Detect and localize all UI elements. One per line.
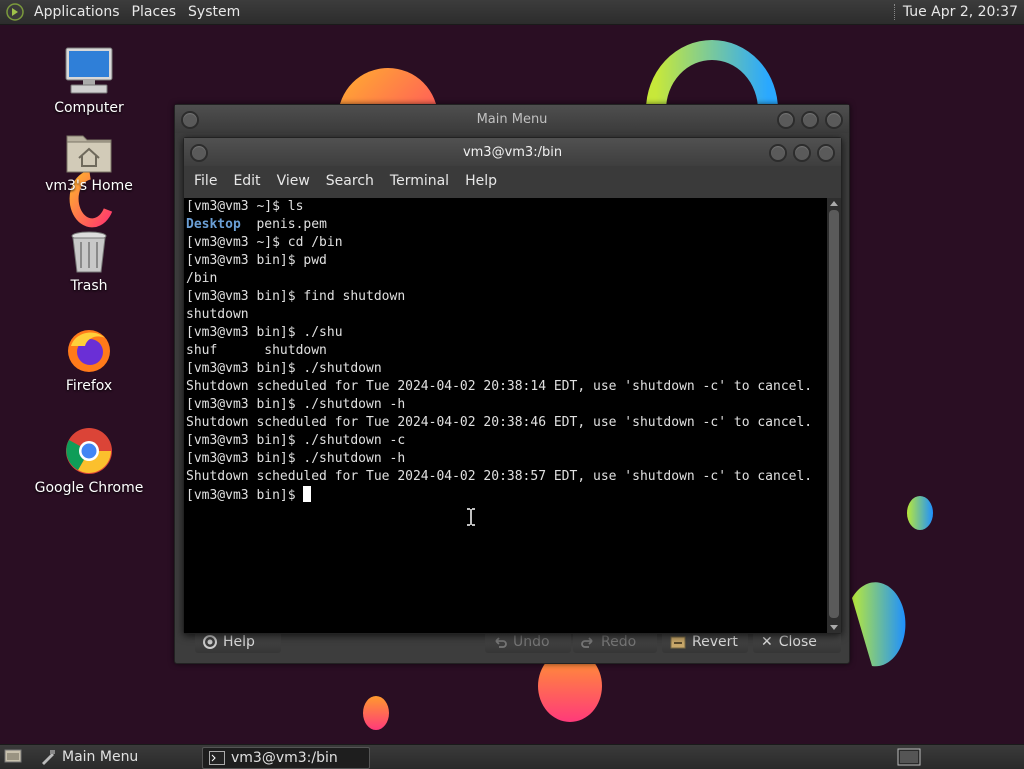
close-icon: ✕: [761, 634, 773, 650]
desktop-icon-firefox[interactable]: Firefox: [34, 326, 144, 394]
terminal-app-icon: [209, 751, 225, 765]
terminal-line: [vm3@vm3 ~]$ cd /bin: [186, 235, 343, 250]
maximize-button[interactable]: [793, 144, 811, 162]
clock[interactable]: Tue Apr 2, 20:37: [903, 4, 1024, 20]
close-button[interactable]: ✕ Close: [753, 631, 841, 653]
terminal-scrollbar[interactable]: [827, 198, 841, 633]
applications-menu[interactable]: Applications: [30, 4, 128, 20]
terminal-window[interactable]: vm3@vm3:/bin File Edit View Search Termi…: [183, 137, 842, 634]
terminal-line-ls-output: Desktop penis.pem: [186, 216, 827, 234]
firefox-icon: [68, 330, 110, 372]
window-menu-button[interactable]: [181, 111, 199, 129]
desktop-icon-chrome[interactable]: Google Chrome: [34, 426, 144, 496]
terminal-prompt-line[interactable]: [vm3@vm3 bin]$: [186, 486, 827, 504]
menu-file[interactable]: File: [186, 173, 225, 189]
terminal-titlebar[interactable]: vm3@vm3:/bin: [184, 138, 841, 166]
taskbar-item-main-menu[interactable]: Main Menu: [34, 747, 206, 767]
desktop-icon-computer[interactable]: Computer: [34, 46, 144, 116]
terminal-line: [vm3@vm3 bin]$ ./shu: [186, 325, 343, 340]
panel-separator: [893, 4, 897, 20]
places-menu[interactable]: Places: [128, 4, 185, 20]
show-desktop-icon[interactable]: [4, 748, 22, 764]
desktop-icon-trash[interactable]: Trash: [34, 230, 144, 294]
terminal-menubar: File Edit View Search Terminal Help: [184, 166, 841, 196]
maximize-button[interactable]: [801, 111, 819, 129]
main-menu-title: Main Menu: [476, 111, 548, 127]
terminal-line: [vm3@vm3 bin]$ find shutdown: [186, 289, 406, 304]
terminal-line: [vm3@vm3 bin]$ pwd: [186, 253, 327, 268]
close-window-button[interactable]: [817, 144, 835, 162]
help-button[interactable]: Help: [195, 631, 281, 653]
taskbar-item-terminal[interactable]: vm3@vm3:/bin: [202, 747, 370, 769]
file-entry: penis.pem: [240, 217, 327, 232]
menu-view[interactable]: View: [269, 173, 318, 189]
revert-label: Revert: [692, 634, 738, 650]
redo-label: Redo: [601, 634, 637, 650]
menu-edit[interactable]: Edit: [225, 173, 268, 189]
terminal-line: [vm3@vm3 bin]$ ./shutdown -c: [186, 433, 406, 448]
revert-button[interactable]: Revert: [662, 631, 748, 653]
redo-button[interactable]: Redo: [573, 631, 657, 653]
redo-icon: [581, 637, 593, 648]
terminal-line: [vm3@vm3 ~]$ ls: [186, 199, 304, 214]
top-panel: Applications Places System Tue Apr 2, 20…: [0, 0, 1024, 25]
window-menu-button[interactable]: [190, 144, 208, 162]
terminal-line: [vm3@vm3 bin]$ ./shutdown -h: [186, 451, 406, 466]
help-icon: [203, 635, 217, 649]
computer-icon: [65, 47, 113, 94]
minimize-button[interactable]: [769, 144, 787, 162]
mouse-ibeam-cursor-icon: [467, 508, 475, 526]
main-menu-titlebar[interactable]: Main Menu: [175, 105, 849, 133]
close-label: Close: [778, 634, 817, 650]
terminal-output[interactable]: [vm3@vm3 ~]$ ls Desktop penis.pem [vm3@v…: [184, 198, 827, 633]
bottom-panel: Main Menu vm3@vm3:/bin: [0, 744, 1024, 769]
main-menu-app-icon: [42, 750, 55, 765]
terminal-line: shutdown: [186, 307, 249, 322]
terminal-line: [vm3@vm3 bin]$ ./shutdown: [186, 361, 382, 376]
home-folder-icon: [66, 135, 112, 173]
terminal-line: shuf shutdown: [186, 343, 327, 358]
terminal-line: /bin: [186, 271, 218, 286]
desktop-icon-label: Firefox: [65, 378, 113, 394]
terminal-line: Shutdown scheduled for Tue 2024-04-02 20…: [186, 469, 813, 484]
distro-logo-icon[interactable]: [6, 3, 24, 21]
system-menu[interactable]: System: [184, 4, 248, 20]
terminal-line: [vm3@vm3 bin]$ ./shutdown -h: [186, 397, 406, 412]
undo-icon: [495, 637, 507, 648]
trash-icon: [71, 231, 107, 273]
prompt-text: [vm3@vm3 bin]$: [186, 488, 304, 503]
taskbar-item-label: vm3@vm3:/bin: [231, 750, 338, 766]
desktop-icon-label: Computer: [54, 100, 124, 116]
desktop-icon-label: Google Chrome: [34, 480, 144, 496]
menu-terminal[interactable]: Terminal: [382, 173, 457, 189]
desktop-icon-label: Trash: [70, 278, 108, 294]
help-label: Help: [223, 634, 255, 650]
undo-label: Undo: [513, 634, 550, 650]
chrome-icon: [66, 428, 112, 474]
taskbar-item-label: Main Menu: [62, 749, 139, 765]
workspace-switcher-icon[interactable]: [897, 748, 921, 766]
directory-entry: Desktop: [186, 217, 241, 232]
terminal-line: Shutdown scheduled for Tue 2024-04-02 20…: [186, 415, 813, 430]
scroll-down-arrow-icon[interactable]: [830, 625, 838, 630]
undo-button[interactable]: Undo: [485, 631, 571, 653]
scroll-up-arrow-icon[interactable]: [830, 201, 838, 206]
desktop-icon-home[interactable]: vm3's Home: [34, 128, 144, 194]
close-window-button[interactable]: [825, 111, 843, 129]
desktop-icon-label: vm3's Home: [45, 178, 133, 194]
scroll-thumb[interactable]: [829, 210, 839, 618]
menu-search[interactable]: Search: [318, 173, 382, 189]
menu-help[interactable]: Help: [457, 173, 505, 189]
terminal-title: vm3@vm3:/bin: [462, 144, 563, 160]
minimize-button[interactable]: [777, 111, 795, 129]
text-cursor: [303, 486, 312, 502]
revert-icon: [670, 636, 686, 649]
terminal-line: Shutdown scheduled for Tue 2024-04-02 20…: [186, 379, 813, 394]
